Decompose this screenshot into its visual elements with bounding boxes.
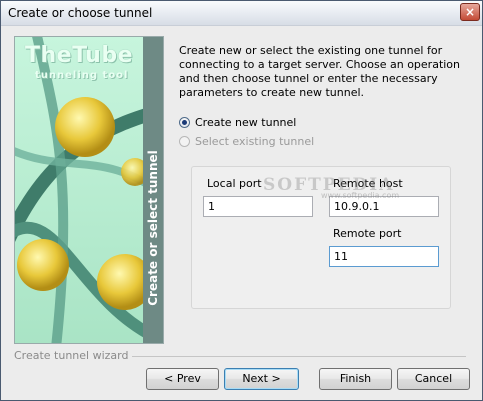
window-title: Create or choose tunnel: [8, 6, 153, 20]
wizard-caption: Create tunnel wizard: [14, 349, 133, 362]
dialog-client: TheTube tunneling tool Create or select …: [1, 26, 482, 400]
close-button[interactable]: ×: [460, 3, 480, 21]
remote-port-label: Remote port: [333, 227, 402, 240]
tunnel-illustration: [15, 37, 163, 343]
create-new-tunnel-option[interactable]: Create new tunnel: [179, 116, 319, 132]
finish-button[interactable]: Finish: [319, 368, 392, 390]
title-bar: Create or choose tunnel ×: [1, 1, 482, 26]
close-icon: ×: [464, 5, 476, 19]
brand-subtitle: tunneling tool: [35, 70, 129, 81]
side-label: Create or select tunnel: [146, 150, 160, 306]
radio-select-existing[interactable]: [179, 136, 190, 147]
cancel-button[interactable]: Cancel: [397, 368, 470, 390]
select-existing-label: Select existing tunnel: [195, 135, 315, 148]
next-button[interactable]: Next >: [224, 368, 299, 390]
radio-create-new[interactable]: [179, 117, 190, 128]
brand-title: TheTube: [25, 43, 134, 68]
remote-port-input[interactable]: 11: [329, 246, 439, 267]
local-port-label: Local port: [207, 177, 262, 190]
select-existing-tunnel-option[interactable]: Select existing tunnel: [179, 135, 319, 151]
dialog-window: Create or choose tunnel × TheTube tunnel…: [0, 0, 483, 401]
instructions-text: Create new or select the existing one tu…: [179, 44, 461, 99]
create-new-label: Create new tunnel: [195, 116, 297, 129]
watermark-url: www.softpedia.com: [321, 191, 400, 200]
footer-separator: [119, 356, 466, 357]
prev-button[interactable]: < Prev: [146, 368, 219, 390]
side-strip: Create or select tunnel: [143, 37, 163, 343]
local-port-input[interactable]: 1: [203, 196, 313, 217]
wizard-banner-image: TheTube tunneling tool Create or select …: [14, 36, 164, 344]
